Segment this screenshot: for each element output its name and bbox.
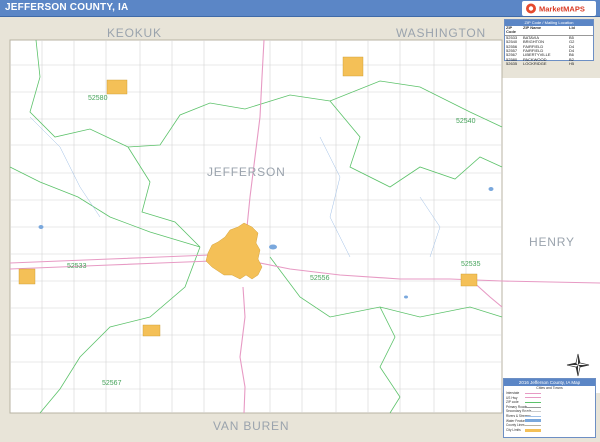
zip-table-row: 52635 LOCKRIDGE H5 [506, 61, 575, 67]
zip-label: 52535 [461, 261, 481, 268]
brighton-city [342, 56, 364, 77]
packwood-city [106, 79, 128, 95]
map-legend: 2016 Jefferson County, IA Map Cities and… [503, 378, 596, 438]
logo-text: MarketMAPS [539, 5, 585, 14]
logo: MarketMAPS [522, 1, 596, 16]
legend-title: 2016 Jefferson County, IA Map [504, 379, 595, 386]
county-label-keokuk: KEOKUK [107, 26, 162, 40]
zip-label: 52533 [67, 263, 87, 270]
zip-label: 52567 [102, 380, 122, 387]
zip-label: 52540 [456, 118, 476, 125]
zip-table-header: ZIP Code ZIP Name Lbl [505, 25, 593, 36]
compass-rose-icon [566, 353, 590, 377]
zip-col-header: Lbl [569, 25, 575, 30]
county-label-washington: WASHINGTON [396, 26, 487, 40]
zip-col-header: ZIP Code [506, 25, 516, 35]
county-label-henry: HENRY [529, 235, 575, 249]
county-label-van-buren: VAN BUREN [213, 419, 290, 433]
zip-code-table: ZIP Code / Mailing Location ZIP Code ZIP… [504, 19, 594, 66]
county-body [10, 40, 502, 413]
lockridge-city [460, 273, 478, 287]
county-label-jefferson: JEFFERSON [207, 165, 286, 179]
libertyville-city [142, 324, 161, 337]
title-bar: JEFFERSON COUNTY, IA MarketMAPS [0, 0, 600, 17]
zip-label: 52556 [310, 275, 330, 282]
zip-label: 52580 [88, 95, 108, 102]
legend-row: City Limits [504, 428, 595, 433]
batavia-city [18, 268, 36, 285]
logo-icon: MarketMAPS [526, 3, 585, 14]
zip-col-header: ZIP Name [523, 25, 542, 30]
map-title: JEFFERSON COUNTY, IA [5, 2, 129, 13]
